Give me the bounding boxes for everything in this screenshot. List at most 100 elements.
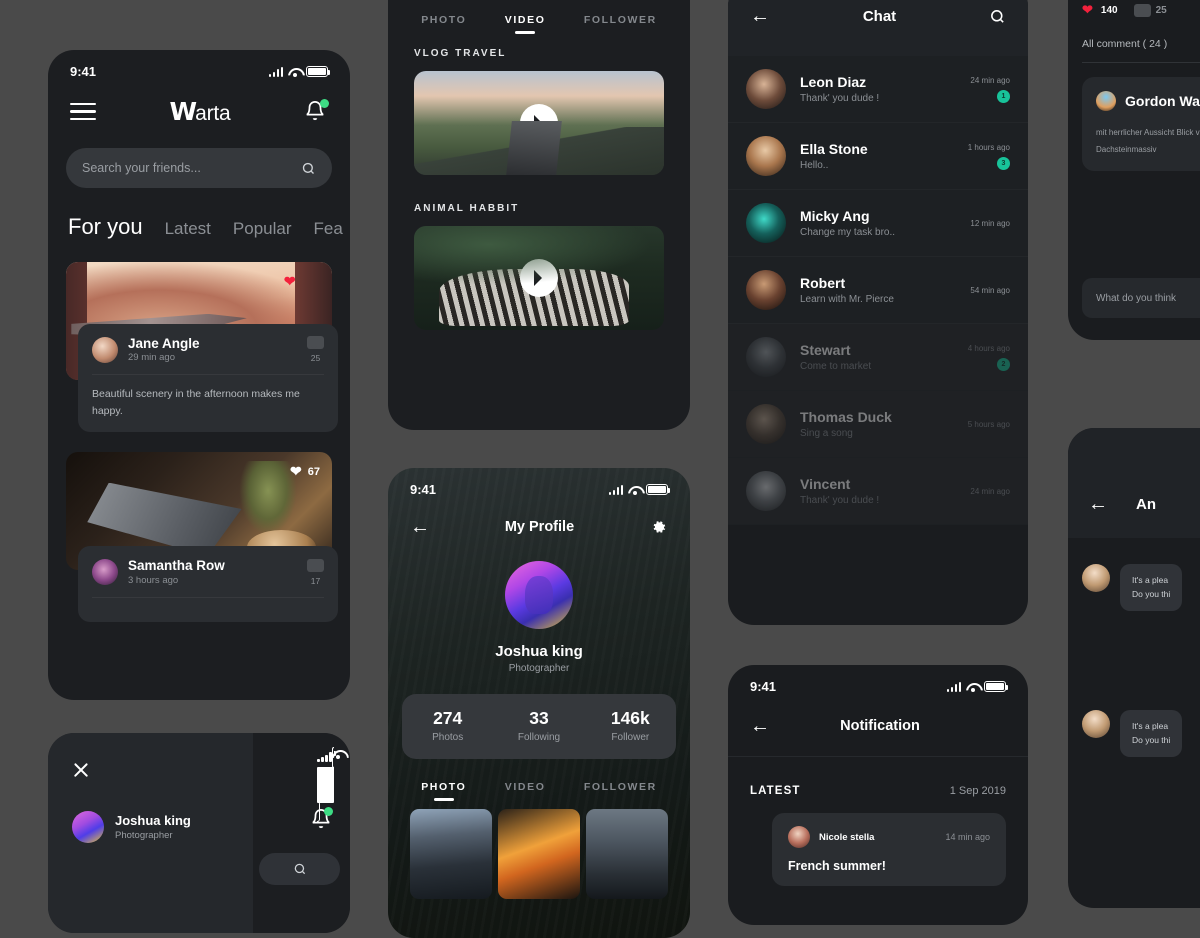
unread-badge: 3 (997, 156, 1010, 170)
back-arrow-icon[interactable]: ← (750, 6, 770, 26)
comment-button[interactable]: 17 (307, 558, 324, 586)
search-input[interactable] (259, 853, 340, 885)
like-count[interactable]: ❤ 140 (284, 273, 320, 290)
chat-name: Vincent (800, 476, 851, 492)
status-bar: 9:41 (728, 665, 1028, 700)
gear-icon[interactable] (649, 518, 668, 537)
laptop-shape (87, 482, 242, 556)
my-profile-screen: 9:41 ← My Profile Joshua king Photograph… (388, 468, 690, 938)
profile-avatar (505, 561, 573, 629)
stat-value: 274 (433, 708, 463, 728)
like-count[interactable]: ❤ 67 (290, 463, 320, 480)
video-thumbnail-vlog[interactable] (414, 71, 664, 175)
stat-follower: 146k Follower (585, 708, 676, 743)
tab-featured[interactable]: Fea (314, 219, 343, 239)
drawer-backdrop[interactable] (253, 733, 350, 933)
comment-input-placeholder: What do you think (1096, 292, 1177, 304)
message-line1: It's a plea (1132, 575, 1169, 585)
post-card[interactable]: ❤ 67 Samantha Row 3 hours ago 17 (66, 452, 338, 622)
chat-name: Leon Diaz (800, 74, 867, 90)
grid-photo[interactable] (498, 809, 580, 899)
notification-card[interactable]: Nicole stella 14 min ago French summer! (772, 813, 1006, 886)
status-time: 9:41 (410, 482, 437, 497)
post-card[interactable]: ❤ 140 Jane Angle 29 min ago 25 Beautiful… (66, 262, 338, 432)
comment-count: 25 (310, 353, 321, 364)
post-text: Beautiful scenery in the afternoon makes… (92, 374, 324, 432)
chat-list-item[interactable]: Micky Ang Change my task bro.. 12 min ag… (728, 190, 1028, 257)
tab-photo[interactable]: PHOTO (421, 781, 466, 793)
tab-follower[interactable]: FOLLOWER (584, 781, 657, 793)
avatar (1096, 91, 1116, 111)
comment-body-line1: mit herrlicher Aussicht Blick v (1096, 128, 1200, 137)
section-title-vlog: VLOG TRAVEL (414, 48, 507, 59)
notification-author: Nicole stella (819, 831, 875, 843)
search-input[interactable]: Search your friends... (66, 148, 332, 188)
video-thumbnail-animal[interactable] (414, 226, 664, 330)
play-icon[interactable] (520, 259, 558, 297)
stat-label: Photos (432, 732, 464, 743)
chat-name: Stewart (800, 342, 851, 358)
status-bar: 9:41 (48, 50, 350, 85)
tab-latest[interactable]: Latest (165, 219, 211, 239)
comment-card: Gordon Wa mit herrlicher Aussicht Blick … (1082, 77, 1200, 172)
chat-name: Micky Ang (800, 208, 870, 224)
message-bubble[interactable]: It's a plea Do you thi (1120, 709, 1183, 757)
comment-author: Gordon Wa (1125, 93, 1200, 109)
avatar (1082, 564, 1110, 592)
drawer-user[interactable]: Joshua king Photographer (72, 811, 229, 843)
tab-video[interactable]: VIDEO (505, 781, 546, 793)
app-logo: Warta (170, 97, 231, 126)
menu-icon[interactable] (70, 98, 96, 125)
chat-list-item[interactable]: Leon Diaz Thank' you dude ! 24 min ago 1 (728, 56, 1028, 123)
tab-for-you[interactable]: For you (68, 214, 143, 240)
back-arrow-icon[interactable]: ← (410, 517, 430, 537)
bell-badge-dot (324, 807, 333, 816)
notification-navbar: ← Notification (728, 700, 1028, 757)
chat-list-item[interactable]: Thomas Duck Sing a song 5 hours ago (728, 391, 1028, 458)
like-value: 140 (1100, 4, 1118, 16)
chat-list-item[interactable]: Ella Stone Hello.. 1 hours ago 3 (728, 123, 1028, 190)
profile-name: Joshua king (495, 643, 583, 660)
heart-icon: ❤ (290, 463, 302, 479)
status-icons (268, 66, 331, 77)
chat-time: 24 min ago (970, 75, 1010, 85)
close-icon[interactable] (72, 761, 90, 779)
tab-all-comment[interactable]: All comment ( 24 ) (1082, 38, 1167, 50)
section-title-animal: ANIMAL HABBIT (414, 203, 520, 214)
tab-popular[interactable]: Popular (233, 219, 292, 239)
page-title: Chat (862, 7, 897, 25)
back-arrow-icon[interactable]: ← (1088, 494, 1108, 514)
notification-screen: 9:41 ← Notification LATEST 1 Sep 2019 Ni… (728, 665, 1028, 925)
avatar (746, 136, 786, 176)
comments-screen: ❤ 140 25 All comment ( 24 ) Sp Gordon Wa… (1068, 0, 1200, 340)
chat-list-item[interactable]: Stewart Come to market 4 hours ago 2 (728, 324, 1028, 391)
notification-bell-icon[interactable] (304, 98, 329, 125)
chat-time: 4 hours ago (967, 343, 1010, 353)
chat-time: 12 min ago (970, 218, 1010, 228)
stat-value: 146k (610, 708, 650, 728)
status-time: 9:41 (750, 679, 777, 694)
chat-list-item[interactable]: Vincent Thank' you dude ! 24 min ago (728, 458, 1028, 525)
search-icon[interactable] (989, 8, 1006, 25)
chat-list-item[interactable]: Robert Learn with Mr. Pierce 54 min ago (728, 257, 1028, 324)
avatar (746, 337, 786, 377)
chat-list-screen: ← Chat Leon Diaz Thank' you dude ! 24 mi… (728, 0, 1028, 625)
comment-button[interactable]: 25 (307, 336, 324, 363)
chat-preview: Change my task bro.. (800, 227, 896, 238)
grid-photo[interactable] (410, 809, 492, 899)
post-text (92, 597, 324, 622)
chat-preview: Thank' you dude ! (800, 495, 880, 506)
play-icon[interactable] (520, 104, 558, 142)
post-author: Samantha Row (128, 558, 225, 574)
message-bubble[interactable]: It's a plea Do you thi (1120, 564, 1183, 611)
grid-photo[interactable] (586, 809, 668, 899)
drawer-user-role: Photographer (115, 830, 173, 841)
comment-input[interactable]: What do you think (1082, 278, 1200, 318)
video-profile-screen: 677 Photos 74 Following 288k Follower PH… (388, 0, 690, 430)
post-author: Jane Angle (128, 335, 200, 351)
comment-tabs: All comment ( 24 ) Sp (1068, 18, 1200, 50)
notification-bell-icon[interactable] (310, 807, 333, 833)
status-bar: 9:41 (388, 468, 690, 503)
comments-counts: ❤ 140 25 (1068, 0, 1200, 18)
heart-icon: ❤ (1082, 2, 1093, 17)
